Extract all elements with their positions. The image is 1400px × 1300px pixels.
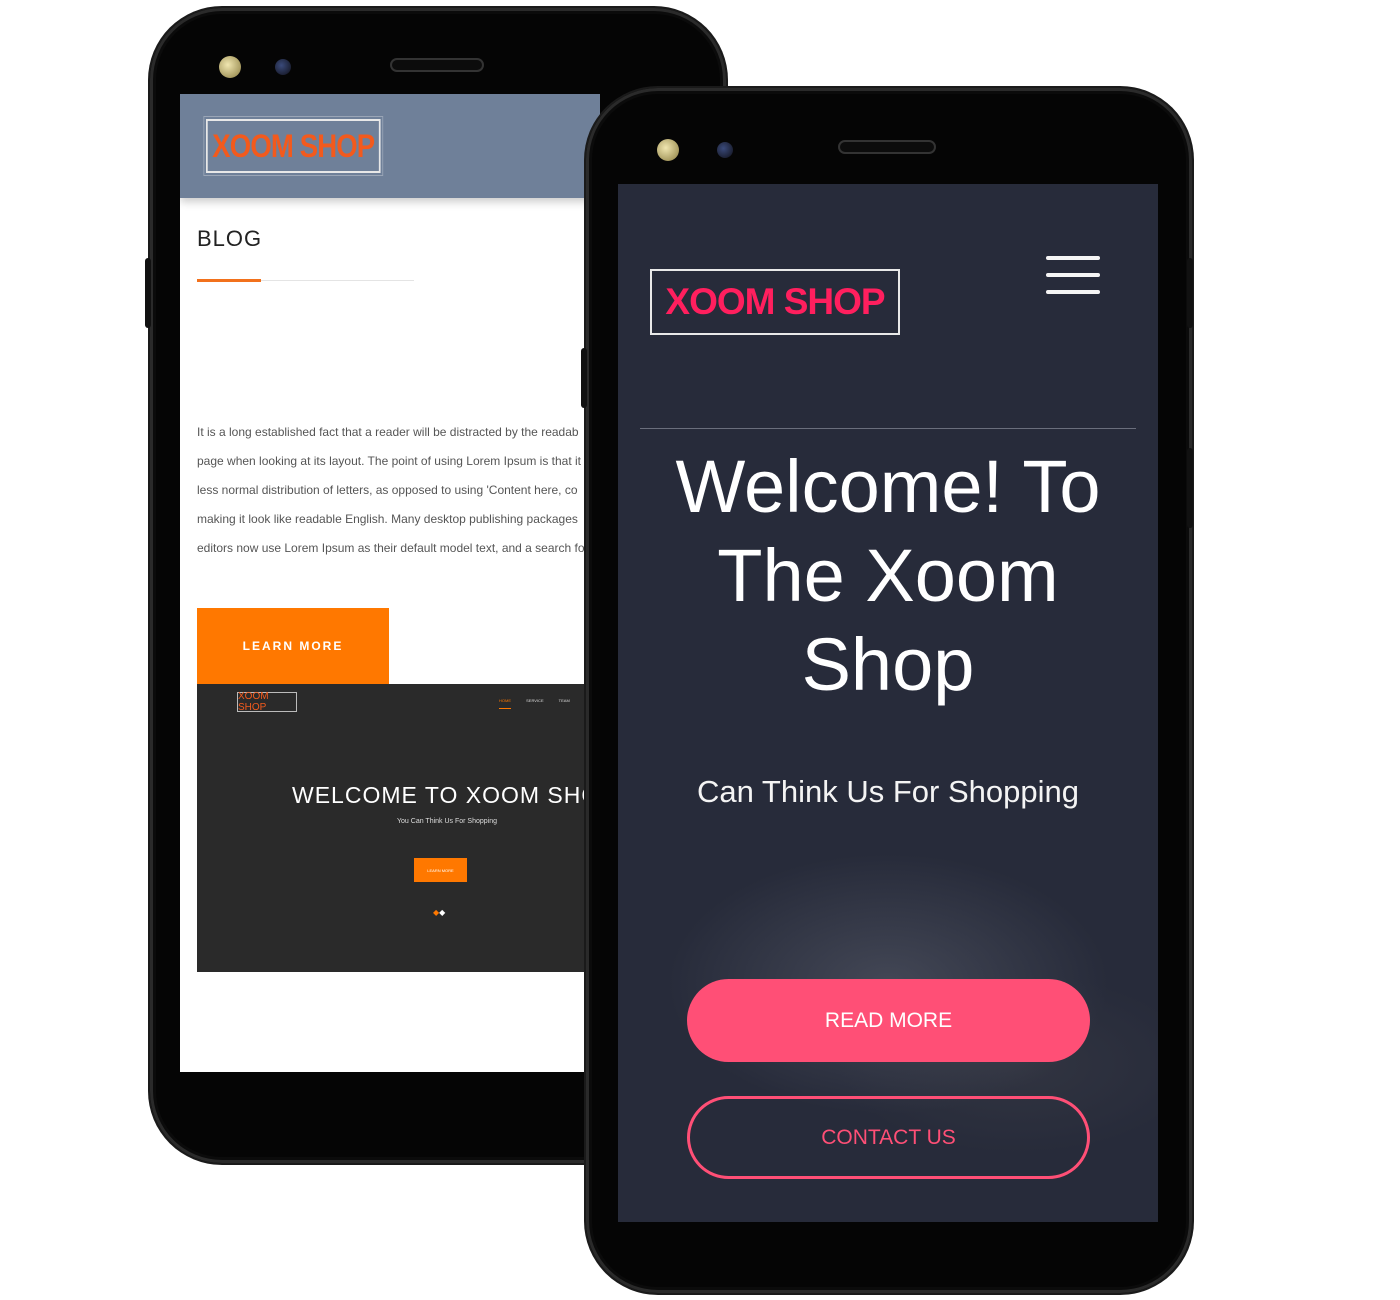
website-preview: XOOM SHOP HOME SERVICE TEAM WELCOME TO X…	[197, 684, 600, 972]
preview-learn-more-button[interactable]: LEARN MORE	[414, 858, 467, 882]
learn-more-button[interactable]: LEARN MORE	[197, 608, 389, 684]
blog-line-2: page when looking at its layout. The poi…	[197, 454, 581, 468]
blog-paragraph: It is a long established fact that a rea…	[197, 418, 600, 563]
power-button	[1187, 258, 1193, 328]
preview-subtitle: You Can Think Us For Shopping	[397, 818, 498, 825]
read-more-button[interactable]: READ MORE	[687, 979, 1090, 1062]
nav-team[interactable]: TEAM	[559, 698, 570, 703]
nav-home[interactable]: HOME	[499, 698, 511, 709]
blog-header: XOOM SHOP	[180, 94, 600, 198]
nav-service[interactable]: SERVICE	[526, 698, 544, 703]
preview-logo[interactable]: XOOM SHOP	[237, 691, 297, 713]
menu-icon[interactable]	[1046, 256, 1100, 298]
speaker-grille	[390, 58, 484, 72]
logo[interactable]: XOOM SHOP	[203, 116, 384, 176]
back-phone-screen: XOOM SHOP BLOG It is a long established …	[180, 94, 600, 1072]
hero-heading: Welcome! To The Xoom Shop	[618, 442, 1158, 709]
blog-line-3: less normal distribution of letters, as …	[197, 483, 578, 497]
carousel-dots[interactable]: ◆◆	[433, 908, 445, 917]
camera-icon	[275, 59, 291, 75]
blog-line-4: making it look like readable English. Ma…	[197, 512, 578, 526]
preview-welcome: WELCOME TO XOOM SHOP	[292, 782, 600, 808]
blog-line-5: editors now use Lorem Ipsum as their def…	[197, 541, 585, 555]
contact-us-button[interactable]: CONTACT US	[687, 1096, 1090, 1179]
logo[interactable]: XOOM SHOP	[650, 269, 900, 335]
hero-line-3: Shop	[801, 623, 975, 706]
camera-icon	[717, 142, 733, 158]
page-title: BLOG	[197, 226, 263, 251]
hero-line-1: Welcome! To	[675, 445, 1101, 528]
preview-nav: HOME SERVICE TEAM	[499, 698, 584, 709]
dot-icon[interactable]: ◆	[439, 908, 445, 917]
hero-line-2: The Xoom	[717, 534, 1059, 617]
speaker-grille	[838, 140, 936, 154]
side-button	[581, 348, 587, 408]
header-divider	[640, 428, 1136, 429]
front-phone: XOOM SHOP Welcome! To The Xoom Shop Can …	[581, 88, 1193, 1293]
blog-line-1: It is a long established fact that a rea…	[197, 425, 579, 439]
side-button	[145, 258, 151, 328]
hero-tagline: Can Think Us For Shopping	[697, 774, 1079, 809]
front-phone-screen: XOOM SHOP Welcome! To The Xoom Shop Can …	[618, 184, 1158, 1222]
title-underline	[197, 279, 261, 282]
sensor-icon	[657, 139, 679, 161]
volume-button	[1187, 448, 1193, 528]
sensor-icon	[219, 56, 241, 78]
